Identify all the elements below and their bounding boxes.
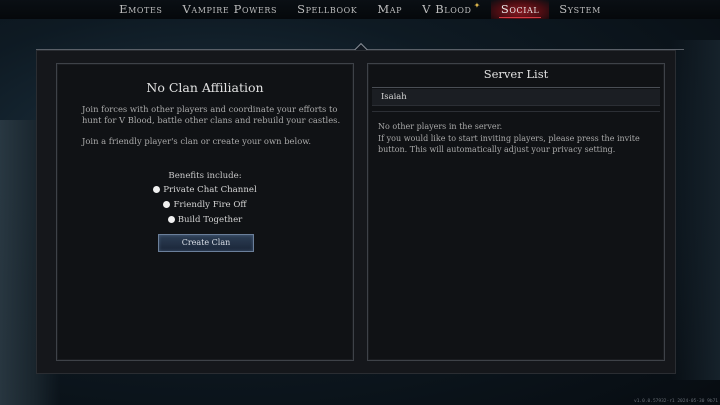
clan-panel: No Clan Affiliation Join forces with oth… xyxy=(56,63,354,361)
clan-title: No Clan Affiliation xyxy=(146,80,264,95)
tab-emotes[interactable]: Emotes xyxy=(109,0,172,19)
clan-join-hint: Join a friendly player's clan or create … xyxy=(82,136,312,146)
tab-spellbook[interactable]: Spellbook xyxy=(287,0,367,19)
benefit-label: Private Chat Channel xyxy=(163,185,257,195)
background-rocks-right xyxy=(670,40,720,380)
server-list-divider xyxy=(372,87,660,88)
tab-v-blood[interactable]: V Blood ✦ xyxy=(412,0,491,19)
tab-vampire-powers[interactable]: Vampire Powers xyxy=(172,0,287,19)
benefit-item: Private Chat Channel xyxy=(57,185,353,195)
benefit-item: Build Together xyxy=(57,215,353,225)
invite-instructions: If you would like to start inviting play… xyxy=(378,134,640,154)
player-list-divider xyxy=(372,111,660,112)
social-window: No Clan Affiliation Join forces with oth… xyxy=(36,50,676,374)
server-list-title: Server List xyxy=(483,67,549,81)
benefit-label: Build Together xyxy=(177,215,243,225)
player-row[interactable]: Isaiah xyxy=(372,89,660,106)
tab-social[interactable]: Social xyxy=(490,0,550,19)
benefit-label: Friendly Fire Off xyxy=(173,200,247,210)
tab-system[interactable]: System xyxy=(549,0,611,19)
v-blood-indicator-icon: ✦ xyxy=(473,1,481,10)
bullet-icon xyxy=(153,185,161,193)
benefits-heading: Benefits include: xyxy=(168,171,242,181)
clan-description: Join forces with other players and coord… xyxy=(82,104,341,125)
bullet-icon xyxy=(167,215,175,223)
create-clan-button[interactable]: Create Clan xyxy=(158,234,254,252)
top-nav: Emotes Vampire Powers Spellbook Map V Bl… xyxy=(0,0,720,19)
bullet-icon xyxy=(163,200,171,208)
server-list-panel: Server List Isaiah No other players in t… xyxy=(367,63,665,361)
tab-map[interactable]: Map xyxy=(367,0,412,19)
tab-v-blood-label: V Blood xyxy=(422,2,472,16)
version-label: v1.0.0.57932-r1 2024-05-30 9b71 xyxy=(634,399,718,404)
benefit-item: Friendly Fire Off xyxy=(57,200,353,210)
no-players-message: No other players in the server. xyxy=(378,122,503,131)
player-name: Isaiah xyxy=(381,91,407,101)
